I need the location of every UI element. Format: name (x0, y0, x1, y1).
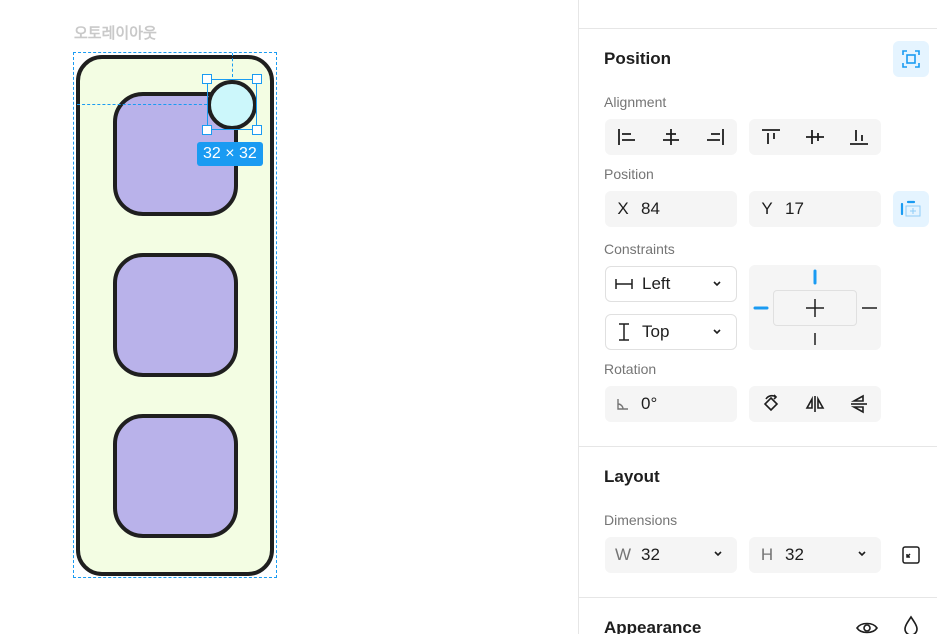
divider-layout (579, 446, 937, 447)
rotate-icon (763, 394, 779, 412)
resize-handle-top-right[interactable] (252, 74, 262, 84)
resize-handle-top-left[interactable] (202, 74, 212, 84)
size-badge: 32 × 32 (197, 142, 263, 166)
align-top-icon (762, 129, 780, 144)
resize-to-fit-button[interactable] (893, 537, 929, 573)
vertical-constraint-select[interactable]: Top (605, 314, 737, 350)
w-label: W (614, 545, 632, 564)
vertical-constraint-value: Top (642, 322, 670, 341)
dimensions-label: Dimensions (604, 512, 678, 528)
divider-top (579, 28, 937, 29)
y-label: Y (761, 199, 773, 218)
header-toolbar (771, 0, 891, 8)
vertical-align-group (749, 119, 881, 155)
absolute-position-icon (902, 50, 920, 68)
flip-vertical-icon (850, 394, 867, 414)
rotate-button[interactable] (749, 386, 793, 422)
flip-vertical-button[interactable] (837, 386, 881, 422)
measurement-guide-vertical (232, 53, 233, 77)
align-center-v-button[interactable] (793, 119, 837, 155)
layout-section-title: Layout (604, 467, 660, 486)
constraints-label: Constraints (604, 241, 675, 257)
align-center-v-icon (806, 130, 824, 144)
flip-horizontal-button[interactable] (793, 386, 837, 422)
horizontal-constraint-value: Left (642, 274, 671, 293)
position-label: Position (604, 166, 654, 182)
align-center-h-icon (663, 129, 679, 145)
w-value[interactable]: 32 (641, 545, 660, 565)
align-bottom-button[interactable] (837, 119, 881, 155)
rotation-label: Rotation (604, 361, 657, 377)
design-canvas[interactable]: 오토레이아웃 32 × 32 (0, 0, 578, 634)
card-2[interactable] (113, 253, 238, 377)
vertical-constraint-icon (619, 323, 629, 341)
align-center-h-button[interactable] (649, 119, 693, 155)
x-label: X (617, 199, 629, 218)
chevron-down-icon (713, 329, 721, 335)
resize-handle-bottom-left[interactable] (202, 125, 212, 135)
align-right-button[interactable] (693, 119, 737, 155)
drop-icon (904, 615, 918, 634)
y-position-field[interactable]: Y 17 (749, 191, 881, 227)
constraints-diagram (753, 269, 877, 345)
chevron-down-icon (858, 551, 866, 557)
resize-handle-bottom-right[interactable] (252, 125, 262, 135)
appearance-section-title: Appearance (604, 618, 702, 634)
constraint-center-cross[interactable] (806, 299, 824, 317)
x-position-field[interactable]: X 84 (605, 191, 737, 227)
chevron-down-icon (713, 281, 721, 287)
visibility-button[interactable] (849, 610, 885, 634)
absolute-position-button[interactable] (893, 41, 929, 77)
constraints-toggle-icon (900, 200, 921, 217)
rotation-field[interactable]: 0° (605, 386, 737, 422)
height-field[interactable]: H 32 (749, 537, 881, 573)
rotation-angle-icon (617, 399, 628, 410)
card-3[interactable] (113, 414, 238, 538)
constraints-widget[interactable] (749, 265, 881, 350)
horizontal-constraint-icon (615, 279, 633, 289)
y-value[interactable]: 17 (785, 199, 804, 219)
resize-to-fit-icon (902, 546, 920, 564)
constraints-toggle-button[interactable] (893, 191, 929, 227)
align-right-icon (707, 129, 724, 145)
measurement-guide-horizontal (77, 104, 207, 105)
align-top-button[interactable] (749, 119, 793, 155)
align-left-button[interactable] (605, 119, 649, 155)
blend-button[interactable] (893, 608, 929, 634)
frame-label[interactable]: 오토레이아웃 (74, 22, 157, 43)
width-field[interactable]: W 32 (605, 537, 737, 573)
circle-selection-box (207, 79, 257, 130)
horizontal-align-group (605, 119, 737, 155)
align-left-icon (618, 129, 635, 145)
chevron-down-icon (714, 551, 722, 557)
rotation-value[interactable]: 0° (641, 394, 657, 414)
properties-panel: Position Alignment Position X 84 Y 17 Co… (578, 0, 937, 634)
divider-appearance (579, 597, 937, 598)
eye-icon (856, 622, 878, 634)
horizontal-constraint-select[interactable]: Left (605, 266, 737, 302)
h-value[interactable]: 32 (785, 545, 804, 565)
transform-group (749, 386, 881, 422)
alignment-label: Alignment (604, 94, 667, 110)
flip-horizontal-icon (805, 395, 825, 412)
position-section-title: Position (604, 49, 672, 68)
h-label: H (760, 545, 774, 564)
align-bottom-icon (850, 130, 868, 145)
x-value[interactable]: 84 (641, 199, 660, 219)
